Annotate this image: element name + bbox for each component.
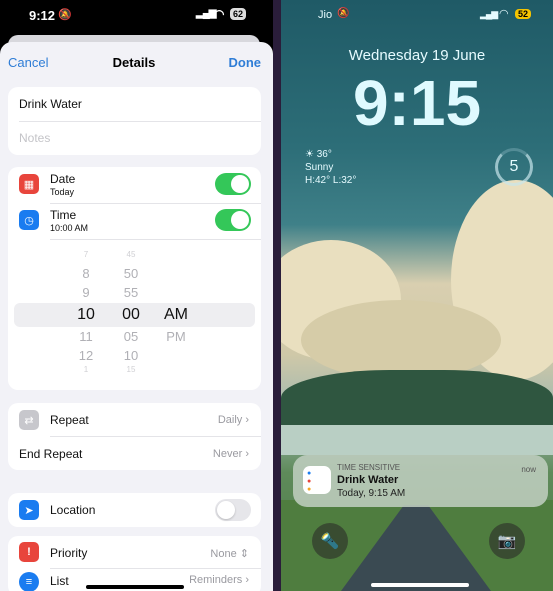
- location-toggle[interactable]: [215, 499, 251, 521]
- date-toggle[interactable]: [215, 173, 251, 195]
- priority-exclamation-icon: !: [19, 542, 39, 562]
- divider: [50, 436, 261, 437]
- picker-minute: 10: [123, 348, 139, 363]
- picker-hour: 12: [78, 348, 94, 363]
- wallpaper-horizon: [281, 425, 553, 455]
- priority-list-card: ! Priority None ⇕ ≡ List Reminders ›: [8, 536, 261, 591]
- location-arrow-icon: ➤: [19, 500, 39, 520]
- weather-condition: Sunny: [305, 162, 334, 173]
- status-time: 9:12: [29, 8, 56, 23]
- sun-icon: ☀: [305, 149, 314, 160]
- reminders-app-icon: ● ● ●: [303, 466, 331, 494]
- ring-widget[interactable]: 5: [495, 148, 533, 186]
- repeat-card: ⇄ Repeat Daily › End Repeat Never ›: [8, 403, 261, 470]
- wifi-icon: ◠: [214, 7, 225, 21]
- notification-time: now: [521, 465, 536, 474]
- list-value: Reminders ›: [189, 574, 249, 586]
- lock-time: 9:15: [352, 67, 482, 139]
- home-indicator[interactable]: [86, 585, 184, 589]
- end-repeat-value-text: Never: [212, 448, 243, 460]
- notification-card[interactable]: ● ● ● TIME SENSITIVE now Drink Water Today…: [293, 455, 548, 507]
- title-notes-card: Drink Water Notes: [8, 87, 261, 155]
- picker-minute-selected: 00: [122, 306, 140, 323]
- picker-minute: 05: [123, 329, 139, 344]
- picker-hour: 8: [82, 266, 90, 281]
- time-toggle[interactable]: [215, 209, 251, 231]
- picker-hour: 11: [79, 329, 93, 344]
- calendar-icon: ▦: [19, 174, 39, 194]
- divider: [19, 121, 261, 122]
- clock-icon: ◷: [19, 210, 39, 230]
- signal-icon: ▂▄▆: [480, 9, 498, 19]
- lock-date: Wednesday 19 June: [348, 47, 486, 64]
- reminder-details-screen: 9:12 🔕 ▂▄▆ ◠ 62 Cancel Details Done Drin…: [0, 0, 273, 591]
- silent-bell-icon: 🔕: [58, 9, 72, 21]
- date-time-card: ▦ Date Today ◷ Time 10:00 AM 7 8 9 10 11…: [8, 167, 261, 390]
- picker-hour: 1: [83, 365, 89, 374]
- priority-value-text: None: [210, 548, 237, 560]
- picker-minute: 15: [126, 365, 136, 374]
- battery-icon: 62: [230, 8, 247, 20]
- picker-hour: 7: [83, 250, 89, 259]
- weather-temp: 36°: [316, 149, 332, 160]
- camera-icon: 📷: [497, 533, 517, 550]
- flashlight-button[interactable]: 🔦: [312, 523, 348, 559]
- signal-icon: ▂▄▆: [196, 8, 216, 19]
- wifi-icon: ◠: [499, 8, 509, 20]
- title-field[interactable]: Drink Water: [19, 97, 261, 111]
- repeat-icon: ⇄: [19, 410, 39, 430]
- divider: [50, 203, 261, 204]
- notes-field[interactable]: Notes: [19, 131, 261, 145]
- ring-value: 5: [509, 158, 519, 175]
- divider: [50, 568, 261, 569]
- battery-icon: 52: [515, 9, 532, 19]
- notification-category: TIME SENSITIVE: [337, 463, 401, 472]
- list-value-text: Reminders: [189, 574, 243, 586]
- priority-value: None ⇕: [210, 548, 249, 560]
- lock-screen: Jio 🔕 ▂▄▆ ◠ 52 Wednesday 19 June 9:15 ☀ …: [281, 0, 553, 591]
- silent-bell-icon: 🔕: [337, 8, 350, 19]
- carrier-label: Jio: [318, 9, 333, 21]
- picker-minute: 45: [126, 250, 136, 259]
- divider: [50, 239, 261, 240]
- picker-hour-selected: 10: [77, 306, 95, 323]
- flashlight-icon: 🔦: [320, 533, 340, 550]
- weather-widget[interactable]: ☀ 36° Sunny H:42° L:32°: [305, 148, 356, 187]
- location-card: ➤ Location: [8, 493, 261, 527]
- picker-period: PM: [166, 329, 186, 344]
- weather-range: H:42° L:32°: [305, 175, 357, 186]
- picker-hour: 9: [82, 285, 90, 300]
- camera-button[interactable]: 📷: [489, 523, 525, 559]
- notification-title: Drink Water: [337, 474, 399, 486]
- picker-minute: 50: [123, 266, 139, 281]
- picker-period-selected: AM: [164, 306, 188, 323]
- list-icon: ≡: [19, 572, 39, 591]
- end-repeat-value: Never ›: [212, 448, 249, 460]
- done-button[interactable]: Done: [229, 55, 262, 70]
- notification-body: Today, 9:15 AM: [337, 488, 406, 499]
- repeat-value: Daily ›: [217, 414, 249, 426]
- repeat-value-text: Daily: [217, 414, 243, 426]
- wallpaper-cloud: [301, 300, 501, 380]
- home-indicator[interactable]: [371, 583, 469, 587]
- divider: [273, 0, 281, 591]
- picker-minute: 55: [123, 285, 139, 300]
